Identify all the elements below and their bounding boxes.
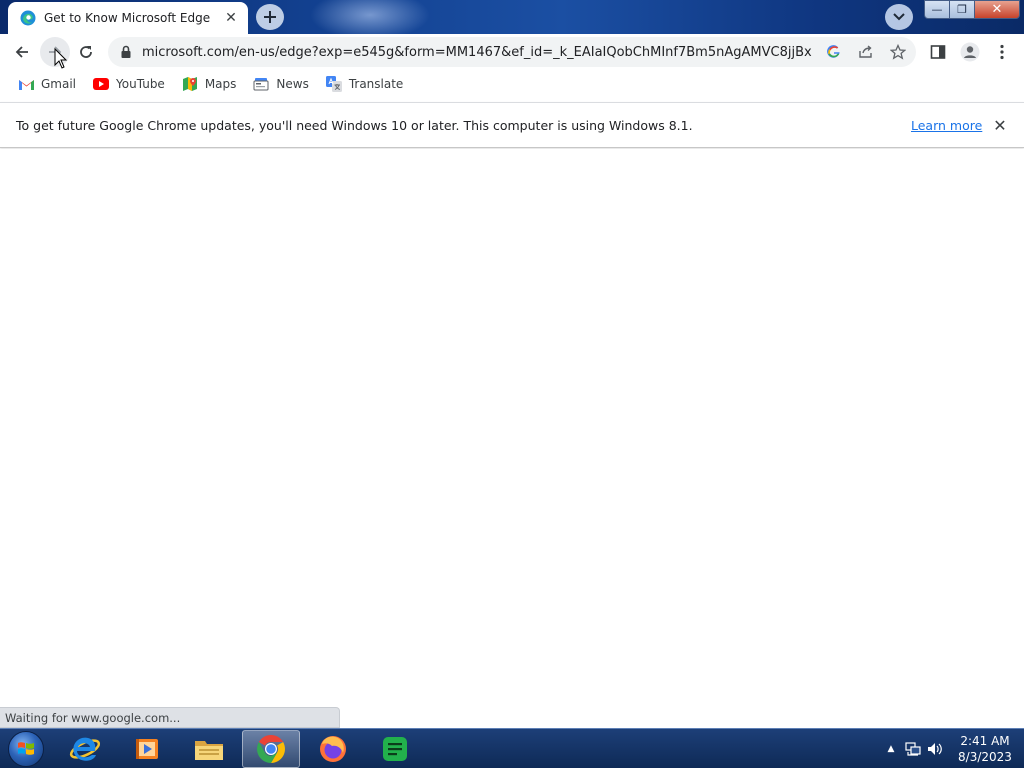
bookmark-gmail[interactable]: Gmail <box>12 72 81 96</box>
news-icon <box>252 76 270 92</box>
bookmark-youtube[interactable]: YouTube <box>87 72 170 96</box>
tab-search-button[interactable] <box>885 4 913 30</box>
folder-icon <box>195 741 223 760</box>
system-tray: ▲ <box>880 729 946 768</box>
profile-avatar-icon[interactable] <box>960 42 980 62</box>
taskbar-file-explorer[interactable] <box>180 730 238 768</box>
bookmark-label: News <box>276 77 309 91</box>
google-lens-icon[interactable] <box>826 44 842 60</box>
reload-button[interactable] <box>71 37 101 67</box>
taskbar-firefox[interactable] <box>304 730 362 768</box>
taskbar-sheets[interactable] <box>366 730 424 768</box>
infobar-close-icon[interactable]: ✕ <box>990 115 1010 135</box>
bookmark-label: Maps <box>204 77 237 91</box>
taskbar-internet-explorer[interactable] <box>56 730 114 768</box>
sheets-icon <box>383 737 407 761</box>
firefox-icon <box>320 736 346 762</box>
browser-toolbar: microsoft.com/en-us/edge?exp=e545g&form=… <box>0 34 1024 70</box>
bookmark-label: Gmail <box>41 77 77 91</box>
bookmark-star-icon[interactable] <box>890 44 906 60</box>
mouse-cursor-icon <box>54 48 68 69</box>
bookmark-label: Translate <box>348 77 404 91</box>
chevron-down-icon <box>893 13 905 21</box>
minimize-button[interactable]: — <box>924 0 950 19</box>
taskbar-chrome[interactable] <box>242 730 300 768</box>
window-controls: — ❐ ✕ <box>924 0 1020 20</box>
address-bar[interactable]: microsoft.com/en-us/edge?exp=e545g&form=… <box>108 37 916 67</box>
bookmark-maps[interactable]: Maps <box>176 72 242 96</box>
bookmark-translate[interactable]: Translate <box>320 72 409 96</box>
tray-overflow-icon[interactable]: ▲ <box>880 739 902 759</box>
infobar-message: To get future Google Chrome updates, you… <box>16 118 693 133</box>
clock-time: 2:41 AM <box>960 734 1010 748</box>
tab-active[interactable]: Get to Know Microsoft Edge ✕ <box>8 2 248 34</box>
volume-icon[interactable] <box>924 739 946 759</box>
windows-logo-icon <box>8 731 44 767</box>
share-icon[interactable] <box>858 44 874 60</box>
url-text[interactable]: microsoft.com/en-us/edge?exp=e545g&form=… <box>142 45 812 60</box>
new-tab-button[interactable] <box>256 4 284 30</box>
taskbar-clock[interactable]: 2:41 AM 8/3/2023 <box>950 733 1020 765</box>
tab-strip: Get to Know Microsoft Edge ✕ — ❐ ✕ <box>0 0 1024 34</box>
bookmark-news[interactable]: News <box>247 72 313 96</box>
media-player-icon <box>136 739 158 759</box>
back-button[interactable] <box>7 37 37 67</box>
side-panel-icon[interactable] <box>929 43 947 61</box>
wallpaper-glow <box>310 0 430 34</box>
clock-date: 8/3/2023 <box>958 750 1012 764</box>
menu-kebab-icon[interactable] <box>993 43 1011 61</box>
update-infobar: To get future Google Chrome updates, you… <box>0 102 1024 148</box>
taskbar-media-player[interactable] <box>118 730 176 768</box>
start-button[interactable] <box>4 730 48 768</box>
bookmarks-bar: Gmail YouTube Maps News Translate <box>0 70 1024 98</box>
gmail-icon <box>17 76 35 92</box>
chrome-icon <box>257 735 285 763</box>
reload-icon <box>80 46 92 58</box>
close-window-button[interactable]: ✕ <box>974 0 1020 19</box>
learn-more-link[interactable]: Learn more <box>911 118 982 133</box>
maps-icon <box>181 76 199 92</box>
bookmark-label: YouTube <box>116 77 165 91</box>
arrow-left-icon <box>15 46 28 58</box>
windows-taskbar: ▲ 2:41 AM 8/3/2023 <box>0 728 1024 768</box>
restore-button[interactable]: ❐ <box>949 0 975 19</box>
plus-icon <box>264 11 276 23</box>
internet-explorer-icon <box>69 737 101 761</box>
translate-icon <box>325 76 343 92</box>
lock-icon[interactable] <box>120 45 132 59</box>
tab-close-icon[interactable]: ✕ <box>222 9 240 27</box>
status-bubble: Waiting for www.google.com... <box>0 707 340 728</box>
youtube-icon <box>92 76 110 92</box>
edge-favicon-icon <box>20 10 36 26</box>
network-icon[interactable] <box>902 739 924 759</box>
tab-title: Get to Know Microsoft Edge <box>44 11 211 25</box>
page-content <box>0 149 1024 728</box>
